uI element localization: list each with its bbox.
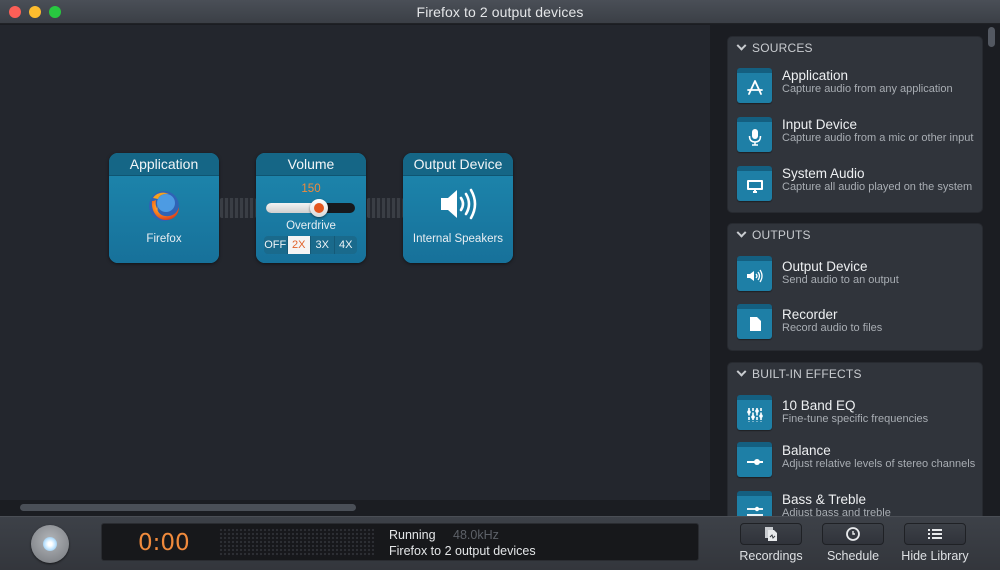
overdrive-4x-button[interactable]: 4X bbox=[335, 236, 358, 254]
overdrive-label: Overdrive bbox=[286, 220, 336, 232]
section-outputs: OUTPUTS Output Device Send audio to an o… bbox=[727, 223, 983, 351]
node-header: Output Device bbox=[403, 153, 513, 176]
close-window-button[interactable] bbox=[9, 6, 21, 18]
recordings-button[interactable]: Recordings bbox=[739, 523, 803, 563]
overdrive-2x-button[interactable]: 2X bbox=[287, 236, 311, 254]
clock-icon bbox=[846, 527, 860, 541]
schedule-button[interactable]: Schedule bbox=[822, 523, 884, 563]
monitor-icon bbox=[737, 166, 772, 201]
volume-slider[interactable] bbox=[266, 199, 355, 217]
session-name: Firefox to 2 output devices bbox=[389, 544, 536, 558]
item-description: Capture all audio played on the system bbox=[782, 181, 973, 193]
node-label: Internal Speakers bbox=[412, 233, 504, 245]
library-item-system-audio[interactable]: System Audio Capture all audio played on… bbox=[737, 166, 981, 210]
chevron-down-icon bbox=[736, 366, 747, 377]
title-bar: Firefox to 2 output devices bbox=[0, 0, 1000, 24]
volume-slider-knob[interactable] bbox=[310, 199, 329, 217]
window-title: Firefox to 2 output devices bbox=[416, 3, 584, 20]
microphone-icon bbox=[737, 117, 772, 152]
connector-2 bbox=[367, 198, 403, 218]
node-output-device[interactable]: Output Device Internal Speakers bbox=[403, 153, 513, 263]
section-title: SOURCES bbox=[752, 41, 813, 55]
canvas-horizontal-scrollbar[interactable] bbox=[0, 500, 720, 516]
firefox-icon bbox=[149, 191, 179, 221]
overdrive-segmented-control: OFF 2X 3X 4X bbox=[264, 236, 357, 254]
overdrive-off-button[interactable]: OFF bbox=[264, 236, 288, 254]
item-title: Recorder bbox=[782, 307, 838, 322]
item-title: Application bbox=[782, 68, 849, 83]
window-controls bbox=[9, 6, 61, 18]
hide-library-label: Hide Library bbox=[901, 549, 969, 563]
section-built-in-effects: BUILT-IN EFFECTS 10 Band EQ Fine-tune sp… bbox=[727, 362, 983, 532]
library-scrollbar-thumb[interactable] bbox=[988, 27, 995, 47]
node-label: Firefox bbox=[146, 233, 182, 245]
list-icon bbox=[928, 529, 942, 539]
item-description: Adjust relative levels of stereo channel… bbox=[782, 458, 976, 470]
section-title: OUTPUTS bbox=[752, 228, 811, 242]
speaker-icon bbox=[737, 256, 772, 291]
library-item-10-band-eq[interactable]: 10 Band EQ Fine-tune specific frequencie… bbox=[737, 395, 981, 439]
zoom-window-button[interactable] bbox=[49, 6, 61, 18]
node-header: Volume bbox=[256, 153, 366, 176]
app-store-icon bbox=[737, 68, 772, 103]
document-icon bbox=[737, 304, 772, 339]
section-header-sources[interactable]: SOURCES bbox=[728, 37, 982, 59]
connector-1 bbox=[220, 198, 256, 218]
node-volume[interactable]: Volume 150 Overdrive OFF 2X 3X 4X bbox=[256, 153, 366, 263]
item-description: Fine-tune specific frequencies bbox=[782, 413, 929, 425]
item-description: Capture audio from a mic or other input bbox=[782, 132, 974, 144]
library-item-recorder[interactable]: Recorder Record audio to files bbox=[737, 304, 981, 348]
node-application[interactable]: Application Firefox bbox=[109, 153, 219, 263]
speaker-icon bbox=[441, 188, 477, 220]
library-item-input-device[interactable]: Input Device Capture audio from a mic or… bbox=[737, 117, 981, 161]
equalizer-icon bbox=[737, 395, 772, 430]
section-sources: SOURCES Application Capture audio from a… bbox=[727, 36, 983, 213]
item-description: Send audio to an output bbox=[782, 274, 899, 286]
item-title: System Audio bbox=[782, 166, 865, 181]
item-title: Balance bbox=[782, 443, 831, 458]
elapsed-time: 0:00 bbox=[138, 530, 190, 556]
status-text: Running bbox=[389, 528, 436, 542]
library-item-application[interactable]: Application Capture audio from any appli… bbox=[737, 68, 981, 112]
power-button[interactable] bbox=[31, 525, 69, 563]
chevron-down-icon bbox=[736, 40, 747, 51]
volume-value: 150 bbox=[301, 183, 321, 195]
level-meter bbox=[219, 528, 374, 557]
balance-icon bbox=[737, 442, 772, 477]
scrollbar-thumb[interactable] bbox=[20, 504, 356, 511]
overdrive-3x-button[interactable]: 3X bbox=[311, 236, 335, 254]
item-title: Bass & Treble bbox=[782, 492, 867, 507]
minimize-window-button[interactable] bbox=[29, 6, 41, 18]
item-description: Capture audio from any application bbox=[782, 83, 953, 95]
library-panel: SOURCES Application Capture audio from a… bbox=[720, 25, 1000, 532]
chevron-down-icon bbox=[736, 227, 747, 238]
section-title: BUILT-IN EFFECTS bbox=[752, 367, 862, 381]
node-header: Application bbox=[109, 153, 219, 176]
item-title: 10 Band EQ bbox=[782, 398, 856, 413]
section-header-built-in-effects[interactable]: BUILT-IN EFFECTS bbox=[728, 363, 982, 385]
hide-library-button[interactable]: Hide Library bbox=[901, 523, 969, 563]
status-display: 0:00 Running 48.0kHz Firefox to 2 output… bbox=[101, 523, 699, 561]
item-title: Input Device bbox=[782, 117, 858, 132]
library-item-balance[interactable]: Balance Adjust relative levels of stereo… bbox=[737, 442, 981, 486]
sample-rate: 48.0kHz bbox=[453, 528, 499, 542]
library-item-output-device[interactable]: Output Device Send audio to an output bbox=[737, 256, 981, 300]
section-header-outputs[interactable]: OUTPUTS bbox=[728, 224, 982, 246]
recordings-icon bbox=[765, 527, 777, 541]
item-description: Record audio to files bbox=[782, 322, 883, 334]
bottom-toolbar: 0:00 Running 48.0kHz Firefox to 2 output… bbox=[0, 516, 1000, 570]
item-title: Output Device bbox=[782, 259, 868, 274]
